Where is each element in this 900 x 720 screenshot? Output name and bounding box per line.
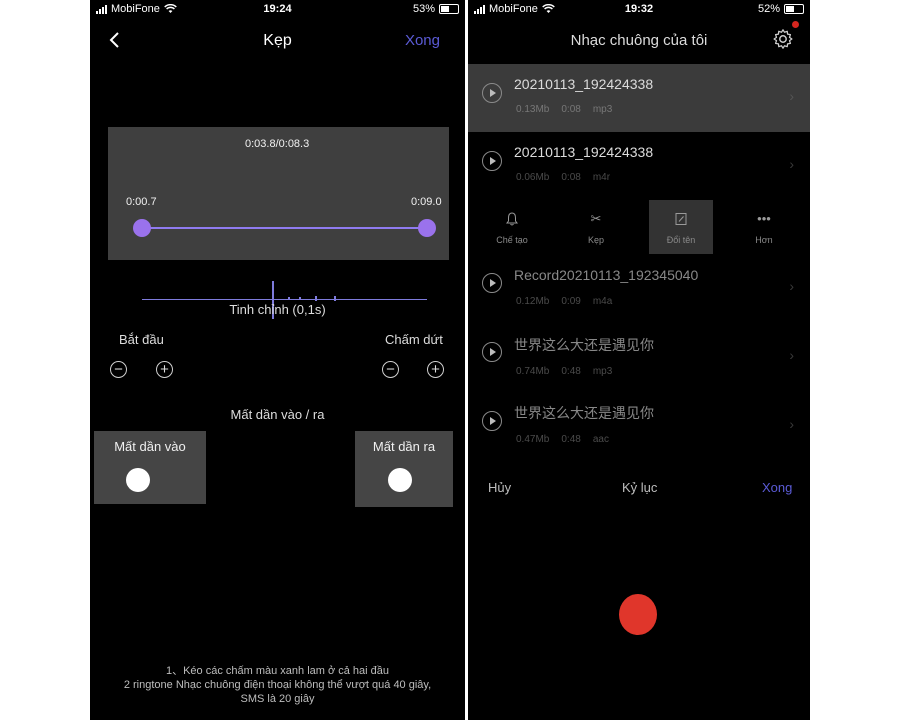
battery-icon	[439, 4, 459, 14]
file-size: 0.74Mb	[516, 366, 550, 377]
chevron-right-icon: ›	[789, 416, 794, 432]
battery-level-fill	[441, 6, 450, 12]
action-label: Chế tạo	[496, 235, 528, 245]
end-plus-button[interactable]: +	[427, 361, 444, 378]
action-label: Hơn	[755, 235, 773, 245]
file-format: aac	[592, 434, 609, 445]
fade-in-toggle[interactable]	[126, 468, 150, 492]
start-time-label: 0:00.7	[126, 196, 157, 208]
file-format: mp3	[592, 366, 613, 377]
ringtone-row[interactable]: 世界这么大还是遇见你 0.74Mb 0:48 mp3 ›	[468, 323, 810, 391]
duration: 0:08	[561, 172, 581, 183]
start-label: Bắt đầu	[119, 332, 164, 347]
file-size: 0.47Mb	[516, 434, 550, 445]
ringtone-name: 20210113_192424338	[514, 76, 654, 92]
bell-icon	[506, 212, 518, 226]
ringtone-row[interactable]: 20210113_192424338 0.06Mb 0:08 m4r ›	[468, 132, 810, 200]
chevron-right-icon: ›	[789, 347, 794, 363]
note-line: SMS là 20 giây	[240, 693, 315, 705]
chevron-right-icon: ›	[789, 88, 794, 104]
trim-start-handle[interactable]	[133, 219, 151, 237]
trim-button[interactable]: ✂ Kẹp	[564, 200, 628, 254]
duration: 0:09	[561, 296, 581, 307]
waveform-peak	[334, 296, 336, 301]
battery-percent: 53%	[412, 3, 435, 15]
notification-dot	[792, 21, 799, 28]
ringtone-name: 20210113_192424338	[514, 144, 654, 160]
start-minus-button[interactable]: −	[110, 361, 127, 378]
create-button[interactable]: Chế tạo	[480, 200, 544, 254]
edit-icon	[675, 213, 687, 225]
gear-icon[interactable]	[772, 28, 794, 50]
scissors-icon: ✂	[590, 211, 602, 226]
waveform-line	[142, 299, 427, 300]
play-icon[interactable]	[482, 151, 502, 171]
fade-out-panel: Mất dần ra	[355, 431, 453, 507]
trim-screen: MobiFone 19:24 53% Kẹp Xong 0:03.8/0:08.…	[90, 0, 465, 720]
instruction-note: 1、Kéo các chấm màu xanh lam ở cả hai đầu…	[90, 664, 465, 706]
ringtone-name: 世界这么大还是遇见你	[514, 337, 654, 353]
waveform-peak	[315, 296, 317, 301]
record-tab[interactable]: Kỷ lục	[622, 480, 657, 495]
play-icon[interactable]	[482, 83, 502, 103]
action-label: Đổi tên	[666, 235, 696, 245]
action-label: Kẹp	[587, 235, 604, 245]
play-icon[interactable]	[482, 273, 502, 293]
status-bar: MobiFone 19:24 53%	[90, 0, 465, 20]
file-size: 0.13Mb	[516, 104, 550, 115]
end-time-label: 0:09.0	[411, 196, 442, 208]
playhead-time: 0:03.8/0:08.3	[245, 138, 310, 150]
ringtone-row[interactable]: Record20210113_192345040 0.12Mb 0:09 m4a ›	[468, 254, 810, 322]
battery-percent: 52%	[757, 3, 780, 15]
done-button[interactable]: Xong	[405, 32, 440, 49]
note-line: 2 ringtone Nhạc chuông điện thoại không …	[123, 679, 432, 691]
fade-out-toggle[interactable]	[388, 468, 412, 492]
trim-range-track	[142, 227, 427, 229]
status-bar: MobiFone 19:32 52%	[468, 0, 810, 20]
file-format: m4a	[592, 296, 613, 307]
chevron-right-icon: ›	[789, 278, 794, 294]
end-label: Chấm dứt	[385, 332, 443, 347]
battery-icon	[784, 4, 804, 14]
fade-out-label: Mất dần ra	[372, 439, 436, 454]
rename-button[interactable]: Đổi tên	[649, 200, 713, 254]
file-format: m4r	[592, 172, 611, 183]
file-size: 0.06Mb	[516, 172, 550, 183]
duration: 0:48	[561, 366, 581, 377]
fade-in-label: Mất dần vào	[114, 439, 186, 454]
more-button[interactable]: ••• Hơn	[732, 200, 796, 254]
file-format: mp3	[592, 104, 613, 115]
duration: 0:08	[561, 104, 581, 115]
ringtone-name: Record20210113_192345040	[514, 267, 699, 283]
cancel-button[interactable]: Hủy	[488, 480, 511, 495]
end-minus-button[interactable]: −	[382, 361, 399, 378]
status-time: 19:24	[263, 3, 292, 15]
duration: 0:48	[561, 434, 581, 445]
play-icon[interactable]	[482, 411, 502, 431]
ringtone-row[interactable]: 世界这么大还是遇见你 0.47Mb 0:48 aac ›	[468, 392, 810, 460]
battery-level-fill	[786, 6, 795, 12]
fine-tune-label: Tinh chỉnh (0,1s)	[229, 302, 326, 317]
fade-in-panel: Mất dần vào	[94, 431, 206, 504]
waveform-peak	[299, 297, 301, 300]
ringtone-row[interactable]: 20210113_192424338 0.13Mb 0:08 mp3 ›	[468, 64, 810, 132]
waveform-panel[interactable]: 0:03.8/0:08.3	[108, 127, 449, 319]
fade-section-label: Mất dần vào / ra	[230, 407, 325, 422]
start-plus-button[interactable]: +	[156, 361, 173, 378]
chevron-right-icon: ›	[789, 156, 794, 172]
ringtone-name: 世界这么大还是遇见你	[514, 405, 654, 421]
page-title: Nhạc chuông của tôi	[570, 32, 708, 49]
my-ringtones-screen: MobiFone 19:32 52% Nhạc chuông của tôi 2…	[468, 0, 810, 720]
trim-end-handle[interactable]	[418, 219, 436, 237]
more-icon: •••	[757, 211, 771, 226]
waveform-peak	[288, 297, 290, 300]
note-line: 1、Kéo các chấm màu xanh lam ở cả hai đầu	[165, 665, 390, 677]
record-button[interactable]	[619, 594, 657, 635]
done-button[interactable]: Xong	[762, 480, 792, 495]
file-size: 0.12Mb	[516, 296, 550, 307]
play-icon[interactable]	[482, 342, 502, 362]
row-action-bar: Chế tạo ✂ Kẹp Đổi tên ••• Hơn	[468, 200, 810, 254]
